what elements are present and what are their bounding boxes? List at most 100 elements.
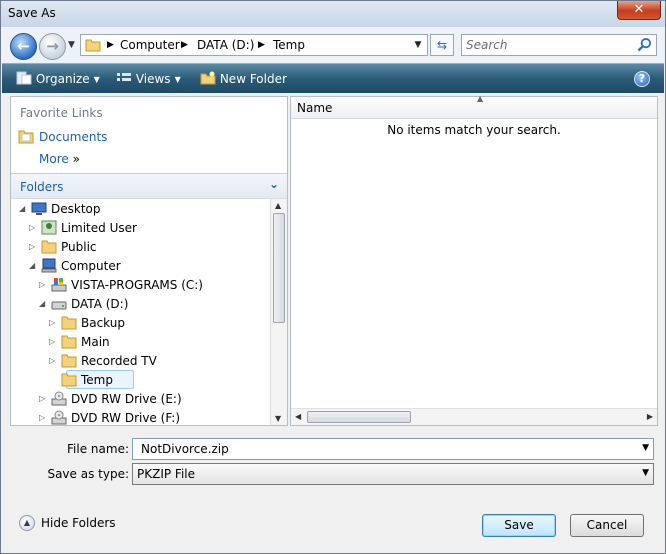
breadcrumb-separator-icon[interactable]: ▶ [258, 40, 265, 50]
scroll-down-icon[interactable]: ▼ [275, 414, 281, 423]
tree-item-label: DVD RW Drive (F:) [71, 411, 181, 425]
title-bar[interactable]: Save As ✕ [1, 1, 665, 27]
hide-folders-label: Hide Folders [41, 516, 116, 530]
tree-item-dvd-rw-drive-f[interactable]: ▷ DVD RW Drive (F:) [39, 409, 269, 425]
collapse-arrow-icon[interactable]: ◢ [19, 204, 27, 213]
breadcrumb-separator-icon[interactable]: ▶ [107, 40, 114, 50]
save-as-type-label: Save as type: [47, 467, 129, 481]
tree-item-backup[interactable]: ▷ Backup [49, 314, 269, 333]
dvd-drive-icon [51, 391, 67, 406]
folder-icon [61, 335, 77, 349]
tree-item-limited-user[interactable]: ▷ Limited User [29, 219, 269, 238]
tree-item-label: DATA (D:) [71, 297, 129, 311]
forward-button[interactable]: → [39, 33, 66, 60]
address-dropdown-icon[interactable]: ▼ [410, 35, 426, 55]
tree-item-label: VISTA-PROGRAMS (C:) [71, 278, 203, 292]
breadcrumb-computer[interactable]: Computer [120, 38, 180, 52]
desktop-icon [31, 202, 47, 215]
address-bar[interactable]: ▶ Computer ▶ DATA (D:) ▶ Temp [80, 34, 428, 56]
close-button[interactable]: ✕ [617, 1, 661, 20]
back-button[interactable]: ← [10, 33, 37, 60]
new-folder-label: New Folder [219, 72, 287, 86]
scroll-right-icon[interactable]: ▶ [647, 412, 653, 421]
favorite-link-documents[interactable]: Documents [39, 130, 107, 144]
windows-drive-icon [51, 278, 67, 292]
organize-menu[interactable]: Organize ▼ [16, 71, 100, 86]
recent-pages-dropdown-icon[interactable]: ▼ [68, 40, 75, 50]
save-button[interactable]: Save [482, 514, 556, 537]
tree-item-public[interactable]: ▷ Public [29, 238, 269, 257]
scroll-thumb[interactable] [273, 213, 285, 323]
more-chevron-icon: » [72, 152, 80, 166]
tree-item-label: Public [61, 240, 97, 254]
drive-icon [51, 301, 67, 310]
empty-message: No items match your search. [387, 123, 561, 137]
refresh-icon: ⇆ [436, 38, 448, 52]
tree-item-label: Backup [81, 316, 125, 330]
breadcrumb-data-drive[interactable]: DATA (D:) [197, 38, 254, 52]
scroll-left-icon[interactable]: ◀ [295, 412, 301, 421]
computer-icon [41, 258, 57, 273]
breadcrumb-separator-icon[interactable]: ▶ [181, 40, 188, 50]
save-as-type-dropdown-icon[interactable]: ▼ [642, 468, 649, 478]
expand-arrow-icon[interactable]: ▷ [49, 318, 57, 327]
collapse-chevron-icon[interactable]: ⌄ [269, 177, 279, 191]
tree-vertical-scrollbar[interactable]: ▲ ▼ [270, 199, 287, 425]
cancel-button[interactable]: Cancel [570, 514, 644, 537]
scroll-up-icon[interactable]: ▲ [275, 201, 281, 210]
expand-arrow-icon[interactable]: ▷ [49, 356, 57, 365]
organize-label: Organize [35, 72, 90, 86]
organize-icon [16, 71, 32, 85]
folder-icon [61, 354, 77, 368]
back-arrow-icon: ← [17, 37, 30, 55]
file-name-input[interactable]: NotDivorce.zip ▼ [132, 438, 654, 460]
list-horizontal-scrollbar[interactable]: ◀ ▶ [291, 408, 657, 425]
new-folder-button[interactable]: New Folder [200, 71, 287, 86]
views-menu[interactable]: Views ▼ [116, 71, 181, 86]
navigation-pane: Favorite Links Documents More » Folders … [10, 96, 288, 426]
save-as-type-select[interactable]: PKZIP File ▼ [132, 463, 654, 485]
save-as-type-value: PKZIP File [137, 467, 195, 481]
folders-header[interactable]: Folders ⌄ [11, 173, 287, 199]
search-icon[interactable] [637, 37, 652, 52]
favorite-link-more[interactable]: More » [39, 152, 80, 166]
tree-item-data-d[interactable]: ◢ DATA (D:) [39, 295, 269, 314]
collapse-arrow-icon[interactable]: ◢ [29, 261, 37, 270]
search-input[interactable]: Search [461, 34, 657, 56]
expand-arrow-icon[interactable]: ▷ [39, 413, 47, 422]
new-folder-icon [200, 71, 216, 85]
views-label: Views [135, 72, 171, 86]
tree-item-vista-programs-c[interactable]: ▷ VISTA-PROGRAMS (C:) [39, 276, 269, 295]
tree-item-recorded-tv[interactable]: ▷ Recorded TV [49, 352, 269, 371]
command-bar: Organize ▼ Views ▼ New Folder ? [2, 63, 664, 93]
breadcrumb-temp[interactable]: Temp [273, 38, 305, 52]
tree-item-desktop[interactable]: ◢ Desktop [19, 200, 259, 219]
expand-arrow-icon[interactable]: ▷ [39, 280, 47, 289]
tree-item-temp[interactable]: Temp [49, 370, 269, 390]
help-icon[interactable]: ? [634, 71, 650, 87]
expand-arrow-icon[interactable]: ▷ [49, 337, 57, 346]
folder-tree: ◢ Desktop ▷ Limited User ▷ Public ◢ Computer ▷ VI… [11, 199, 269, 425]
collapse-arrow-icon[interactable]: ◢ [39, 299, 47, 308]
expand-arrow-icon[interactable]: ▷ [29, 223, 37, 232]
refresh-button[interactable]: ⇆ [430, 34, 454, 56]
tree-item-main[interactable]: ▷ Main [49, 333, 269, 352]
tree-item-label: Temp [81, 373, 113, 387]
scroll-thumb[interactable] [307, 411, 411, 423]
tree-item-dvd-rw-drive-e[interactable]: ▷ DVD RW Drive (E:) [39, 390, 269, 409]
save-as-dialog: Save As ✕ ← → ▼ ▶ Computer ▶ DATA (D:) ▶… [0, 0, 666, 554]
expand-arrow-icon[interactable]: ▷ [39, 394, 47, 403]
name-column-label: Name [297, 101, 333, 115]
sort-ascending-icon: ▲ [477, 94, 484, 103]
tree-item-computer[interactable]: ◢ Computer [29, 257, 269, 276]
tree-item-label: Desktop [51, 202, 101, 216]
file-list-pane: ▲ Name No items match your search. ◀ ▶ [290, 94, 658, 426]
file-name-dropdown-icon[interactable]: ▼ [642, 443, 649, 453]
folder-icon [61, 316, 77, 330]
tree-item-label: Limited User [61, 221, 137, 235]
expand-arrow-icon[interactable]: ▷ [29, 242, 37, 251]
views-icon [117, 73, 131, 81]
search-placeholder: Search [466, 38, 508, 52]
tree-item-label: Recorded TV [81, 354, 157, 368]
name-column-header[interactable]: ▲ Name [291, 94, 657, 119]
